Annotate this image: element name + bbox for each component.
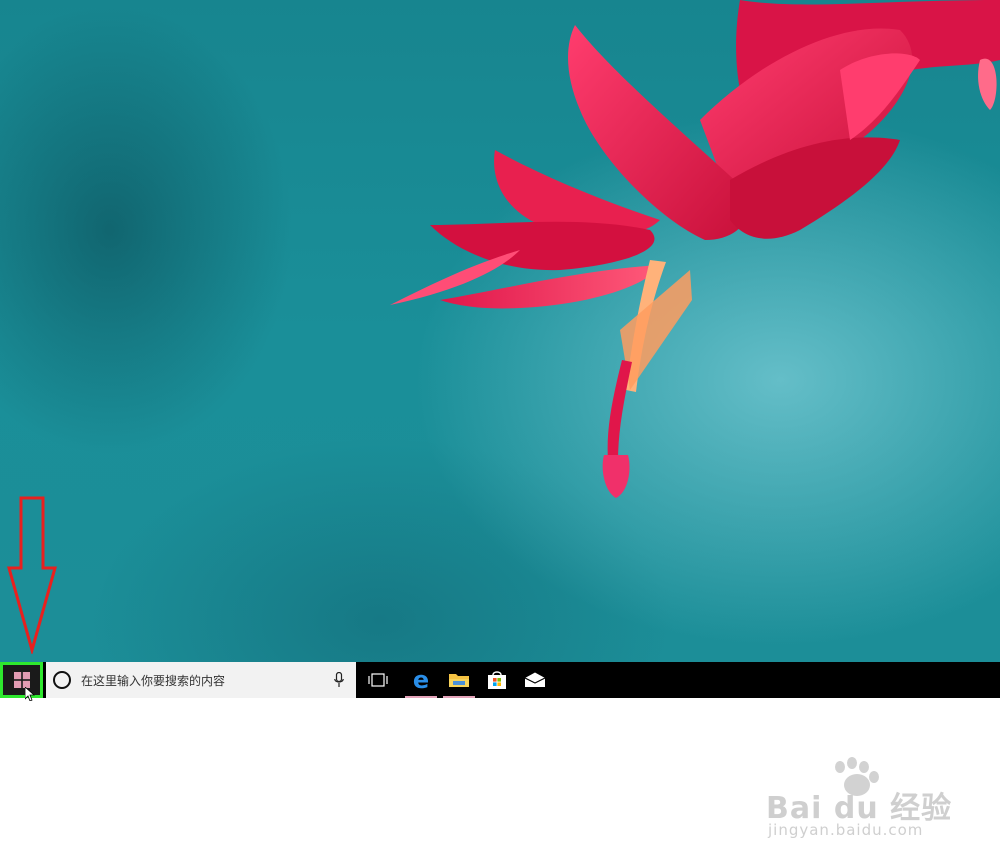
taskbar-empty-area <box>556 662 1000 698</box>
store-icon <box>488 671 506 689</box>
search-input[interactable]: 在这里输入你要搜索的内容 <box>81 672 334 689</box>
red-arrow-annotation <box>7 496 57 654</box>
windows-logo-icon <box>13 672 30 688</box>
active-indicator <box>443 696 475 698</box>
active-indicator <box>405 696 437 698</box>
desktop-wallpaper <box>0 0 1000 662</box>
file-explorer-icon <box>449 674 469 687</box>
edge-button[interactable]: e <box>402 662 440 698</box>
task-view-button[interactable] <box>359 662 397 698</box>
flower-image <box>390 0 1000 498</box>
mouse-cursor-icon <box>25 687 35 701</box>
microphone-icon[interactable] <box>334 672 344 688</box>
search-box[interactable]: 在这里输入你要搜索的内容 <box>46 662 356 698</box>
watermark-url: jingyan.baidu.com <box>768 821 924 839</box>
cortana-icon[interactable] <box>53 671 71 689</box>
task-view-icon <box>368 673 388 687</box>
mail-button[interactable] <box>516 662 554 698</box>
edge-icon: e <box>412 666 430 694</box>
taskbar: 在这里输入你要搜索的内容 e <box>0 662 1000 701</box>
store-button[interactable] <box>478 662 516 698</box>
file-explorer-button[interactable] <box>440 662 478 698</box>
mail-icon <box>524 672 546 687</box>
baidu-jingyan-watermark: Bai du 经验 jingyan.baidu.com <box>760 755 960 845</box>
start-button[interactable] <box>0 662 43 701</box>
